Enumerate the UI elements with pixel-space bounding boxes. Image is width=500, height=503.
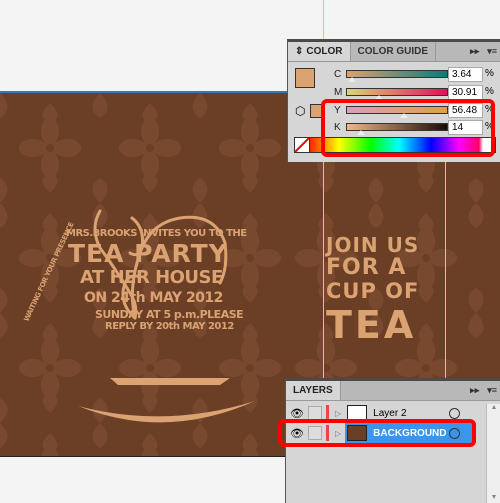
layers-scrollbar[interactable]: ▲ ▼ <box>486 404 500 503</box>
invite-line-1: MRS.BROOKS INVITES YOU TO THE <box>66 228 247 239</box>
unit-m: % <box>485 86 494 97</box>
highlight-box-cmyk <box>321 99 495 157</box>
guide-line-top <box>323 0 324 39</box>
slider-c[interactable]: C <box>334 67 448 82</box>
menu-icon[interactable]: ▾≡ <box>483 42 500 61</box>
slogan-line-1: JOIN US <box>326 233 420 257</box>
invite-line-6: REPLY BY 20th MAY 2012 <box>105 321 234 332</box>
slogan-line-4: TEA <box>326 303 417 347</box>
lock-toggle[interactable] <box>308 406 322 420</box>
double-arrow-icon[interactable]: ▸▸ <box>466 42 483 61</box>
cup-base <box>110 378 230 385</box>
double-arrow-icon[interactable]: ▸▸ <box>466 381 483 400</box>
menu-icon[interactable]: ▾≡ <box>483 381 500 400</box>
slogan-line-3: CUP OF <box>326 279 420 303</box>
unit-c: % <box>485 68 494 79</box>
input-c[interactable]: 3.64 <box>448 67 483 82</box>
target-circle-icon[interactable] <box>449 408 460 419</box>
layers-panel-tabs: LAYERS ▸▸ ▾≡ <box>286 381 500 401</box>
invite-line-4: ON 24th MAY 2012 <box>84 290 223 306</box>
invite-line-2: TEA PARTY <box>68 239 228 268</box>
artboard-canvas[interactable]: WAITING FOR YOUR PRESENCE MRS.BROOKS INV… <box>0 91 288 457</box>
highlight-box-layer <box>278 419 476 447</box>
out-of-gamut-icon[interactable]: ⬡ <box>295 104 305 118</box>
tab-color-guide[interactable]: COLOR GUIDE <box>351 42 437 61</box>
scroll-up-icon[interactable]: ▲ <box>487 404 500 411</box>
tab-layers[interactable]: LAYERS <box>286 381 341 400</box>
input-m[interactable]: 30.91 <box>448 85 483 100</box>
collapse-arrows-icon: ⇕ <box>295 46 304 57</box>
eye-icon[interactable]: 👁 <box>290 406 304 420</box>
slider-m[interactable]: M <box>334 85 448 100</box>
layer-name[interactable]: Layer 2 <box>373 408 406 419</box>
fill-swatch[interactable] <box>295 68 315 88</box>
color-panel[interactable]: ⇕ COLOR COLOR GUIDE ▸▸ ▾≡ ⬡ C 3.64 % M 30… <box>287 39 500 162</box>
layers-panel[interactable]: LAYERS ▸▸ ▾≡ 👁 ▷ Layer 2 👁 ▷ BACKGROUND … <box>278 378 500 503</box>
color-panel-tabs: ⇕ COLOR COLOR GUIDE ▸▸ ▾≡ <box>288 42 500 62</box>
triangle-right-icon[interactable]: ▷ <box>335 409 341 418</box>
slogan-line-2: FOR A <box>326 255 407 280</box>
invite-line-5: SUNDAY AT 5 p.m.PLEASE <box>95 308 244 321</box>
none-swatch[interactable] <box>294 137 310 153</box>
invite-line-3: AT HER HOUSE <box>80 267 223 288</box>
tab-color[interactable]: ⇕ COLOR <box>288 42 351 61</box>
